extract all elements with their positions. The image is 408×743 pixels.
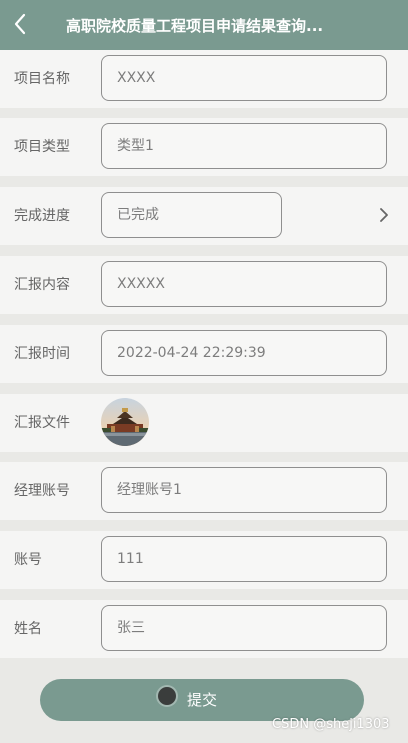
back-button[interactable] (8, 10, 32, 38)
form-row-project-type: 项目类型 类型1 (0, 118, 408, 176)
report-content-field[interactable]: XXXXX (101, 261, 387, 307)
report-content-label: 汇报内容 (14, 277, 70, 293)
form-row-manager-account: 经理账号 经理账号1 (0, 462, 408, 520)
progress-field[interactable]: 已完成 (101, 192, 282, 238)
manager-account-label: 经理账号 (14, 483, 70, 499)
form-row-report-time: 汇报时间 2022-04-24 22:29:39 (0, 325, 408, 383)
project-type-label: 项目类型 (14, 139, 70, 155)
report-file-thumbnail[interactable] (101, 398, 149, 446)
loading-dot-icon (158, 687, 176, 705)
account-label: 账号 (14, 552, 42, 568)
progress-label: 完成进度 (14, 208, 70, 224)
report-time-label: 汇报时间 (14, 346, 70, 362)
forbidden-city-image (101, 398, 149, 446)
name-field[interactable]: 张三 (101, 605, 387, 651)
app-header: 高职院校质量工程项目申请结果查询... (0, 0, 408, 50)
form-row-report-file: 汇报文件 (0, 394, 408, 452)
project-name-field[interactable]: XXXX (101, 55, 387, 101)
form-row-progress[interactable]: 完成进度 已完成 (0, 187, 408, 245)
watermark: CSDN @sheji1303 (272, 717, 390, 732)
form-row-project-name: 项目名称 XXXX (0, 50, 408, 108)
manager-account-field[interactable]: 经理账号1 (101, 467, 387, 513)
report-file-label: 汇报文件 (14, 415, 70, 431)
form-row-name: 姓名 张三 (0, 600, 408, 658)
project-type-field[interactable]: 类型1 (101, 123, 387, 169)
chevron-left-icon (14, 13, 26, 35)
account-field[interactable]: 111 (101, 536, 387, 582)
name-label: 姓名 (14, 621, 42, 637)
submit-label: 提交 (187, 691, 218, 709)
report-time-field[interactable]: 2022-04-24 22:29:39 (101, 330, 387, 376)
form-row-report-content: 汇报内容 XXXXX (0, 256, 408, 314)
project-name-label: 项目名称 (14, 71, 70, 87)
page-title: 高职院校质量工程项目申请结果查询... (66, 17, 324, 35)
chevron-right-icon[interactable] (376, 205, 392, 225)
form-row-account: 账号 111 (0, 531, 408, 589)
submit-button[interactable]: 提交 (40, 679, 364, 721)
